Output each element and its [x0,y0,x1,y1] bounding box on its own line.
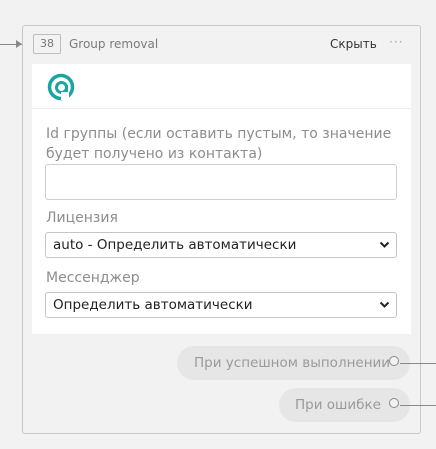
group-id-label: Id группы (если оставить пустым, то знач… [46,126,392,162]
error-output[interactable]: При ошибке [279,388,410,422]
chevron-down-icon [379,241,390,248]
license-selected-value: auto - Определить автоматически [53,237,297,253]
messenger-select[interactable]: Определить автоматически [45,292,397,318]
chevron-down-icon [379,301,390,308]
error-output-label: При ошибке [295,397,381,413]
node-title: Group removal [69,37,159,51]
ellipsis-icon[interactable]: ··· [389,35,403,49]
group-id-input[interactable] [45,164,397,200]
app-logo-icon [47,73,75,101]
success-output-port[interactable] [389,356,399,366]
node-header: 38 Group removal Скрыть ··· [23,26,420,64]
license-select[interactable]: auto - Определить автоматически [45,232,397,258]
license-label: Лицензия [46,210,118,226]
node-number-badge: 38 [33,34,61,54]
error-connector-line [400,405,436,406]
error-output-port[interactable] [389,398,399,408]
messenger-label: Мессенджер [46,270,140,286]
logo-area [32,64,411,109]
success-output-label: При успешном выполнении [194,355,391,371]
node-settings-panel: Id группы (если оставить пустым, то знач… [32,64,411,334]
success-output[interactable]: При успешном выполнении [177,346,410,380]
hide-button[interactable]: Скрыть [330,37,377,51]
messenger-selected-value: Определить автоматически [53,297,253,313]
success-connector-line [400,363,436,364]
